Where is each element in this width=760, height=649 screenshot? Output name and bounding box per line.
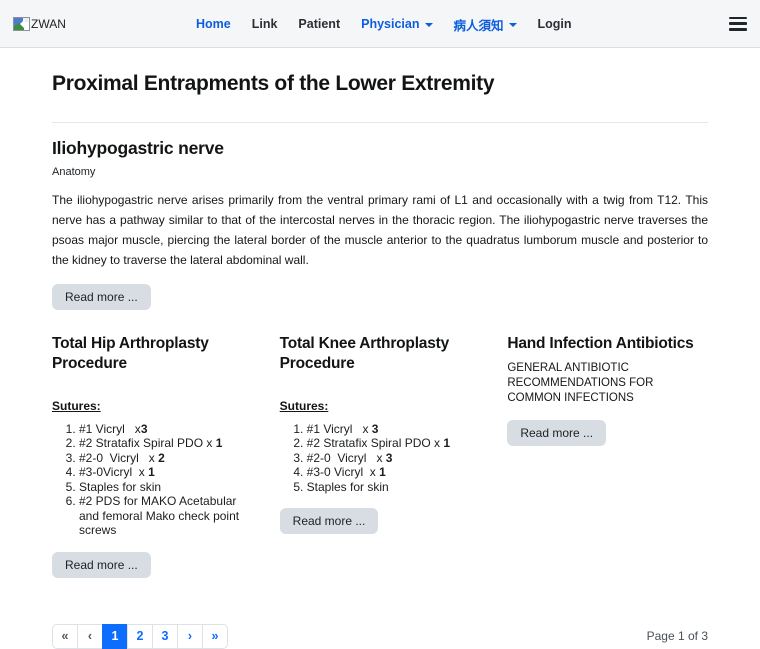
suture-list-item: #2-0 Vicryl x 2 — [79, 451, 253, 466]
pagination-item: « — [52, 623, 78, 649]
sutures-list: #1 Vicryl x 3#2 Stratafix Spiral PDO x 1… — [280, 422, 481, 495]
suture-list-item: #2 Stratafix Spiral PDO x 1 — [307, 436, 481, 451]
main-nav: Home Link Patient Physician 病人須知 Login — [196, 0, 572, 48]
nav-physician-label: Physician — [361, 17, 420, 31]
pagination-link: « — [52, 623, 78, 649]
pagination-link[interactable]: 3 — [152, 623, 178, 649]
menu-toggle-hamburger-icon[interactable] — [729, 16, 747, 31]
read-more-button[interactable]: Read more ... — [52, 551, 151, 578]
nav-link-patient[interactable]: Patient — [298, 17, 340, 31]
pagination-link[interactable]: » — [202, 623, 228, 649]
nav-link-home[interactable]: Home — [196, 17, 231, 31]
sutures-label: Sutures: — [279, 398, 329, 413]
pagination-row: «‹ 1 2 3 ›» Page 1 of 3 — [52, 623, 708, 649]
column-title: Total Knee Arthroplasty Procedure — [279, 335, 450, 372]
sutures-label: Sutures: — [52, 398, 101, 413]
sutures-list: #1 Vicryl x3#2 Stratafix Spiral PDO x 1#… — [52, 422, 253, 538]
suture-list-item: #2-0 Vicryl x 3 — [307, 451, 481, 466]
suture-list-item: #1 Vicryl x 3 — [307, 422, 481, 437]
suture-list-item: #2 PDS for MAKO Acetabular and femoral M… — [79, 494, 253, 538]
suture-list-item: Staples for skin — [307, 480, 481, 495]
pagination-link: ‹ — [77, 623, 103, 649]
divider — [52, 122, 708, 123]
column-total-knee: Total Knee Arthroplasty Procedure Suture… — [279, 334, 481, 535]
pagination-link[interactable]: › — [177, 623, 203, 649]
pagination-item: 3 — [152, 623, 178, 649]
pagination-item: 2 — [127, 623, 153, 649]
caret-down-icon — [424, 23, 433, 27]
column-title: Total Hip Arthroplasty Procedure — [52, 335, 209, 372]
pagination-item: » — [202, 623, 228, 649]
suture-list-item: #1 Vicryl x3 — [79, 422, 253, 437]
logo-link[interactable]: ZWAN — [13, 16, 66, 31]
suture-list-item: #2 Stratafix Spiral PDO x 1 — [79, 436, 253, 451]
article-iliohypogastric: Iliohypogastric nerve Anatomy The iliohy… — [52, 138, 708, 310]
nav-patient-info-zh-label: 病人須知 — [453, 18, 504, 33]
pagination-item: › — [177, 623, 203, 649]
nav-item-login: Login — [538, 17, 572, 31]
column-hand-infection: Hand Infection Antibiotics GENERAL ANTIB… — [507, 334, 708, 446]
pagination-link[interactable]: 2 — [127, 623, 153, 649]
suture-list-item: Staples for skin — [79, 480, 253, 495]
nav-dropdown-patient-info-zh[interactable]: 病人須知 — [453, 15, 517, 34]
nav-link-login[interactable]: Login — [538, 17, 572, 31]
nav-link-link[interactable]: Link — [252, 17, 278, 31]
read-more-button[interactable]: Read more ... — [52, 284, 151, 310]
page-title: Proximal Entrapments of the Lower Extrem… — [52, 72, 495, 95]
broken-image-icon — [13, 16, 30, 31]
article-columns: Total Hip Arthroplasty Procedure Sutures… — [52, 334, 708, 578]
navbar: ZWAN Home Link Patient Physician 病人須知 Lo… — [0, 0, 760, 48]
nav-item-patient-info-zh: 病人須知 — [453, 15, 517, 34]
nav-item-link: Link — [252, 17, 278, 31]
suture-list-item: #3-0 Vicryl x 1 — [307, 465, 481, 480]
nav-item-physician: Physician — [361, 17, 433, 31]
article-title: Iliohypogastric nerve — [52, 138, 224, 158]
column-title: Hand Infection Antibiotics — [507, 335, 694, 352]
main-content: Proximal Entrapments of the Lower Extrem… — [0, 72, 760, 649]
nav-item-patient: Patient — [298, 17, 340, 31]
column-total-hip: Total Hip Arthroplasty Procedure Sutures… — [52, 334, 253, 578]
nav-item-home: Home — [196, 17, 231, 31]
read-more-button[interactable]: Read more ... — [279, 508, 379, 535]
page-counter: Page 1 of 3 — [646, 629, 708, 644]
pagination: «‹ 1 2 3 ›» — [52, 623, 228, 649]
pagination-item: ‹ — [77, 623, 103, 649]
pagination-current-page: 1 — [102, 623, 128, 649]
column-intro-text: GENERAL ANTIBIOTIC RECOMMENDATIONS FOR C… — [507, 361, 654, 404]
pagination-link[interactable]: 1 — [102, 623, 128, 649]
article-body-text: The iliohypogastric nerve arises primari… — [52, 193, 708, 267]
caret-down-icon — [508, 23, 517, 27]
suture-list-item: #3-0Vicryl x 1 — [79, 465, 253, 480]
read-more-button[interactable]: Read more ... — [507, 419, 607, 446]
logo-alt-text: ZWAN — [31, 16, 66, 31]
article-subtitle: Anatomy — [52, 166, 96, 178]
nav-dropdown-physician[interactable]: Physician — [361, 17, 433, 31]
